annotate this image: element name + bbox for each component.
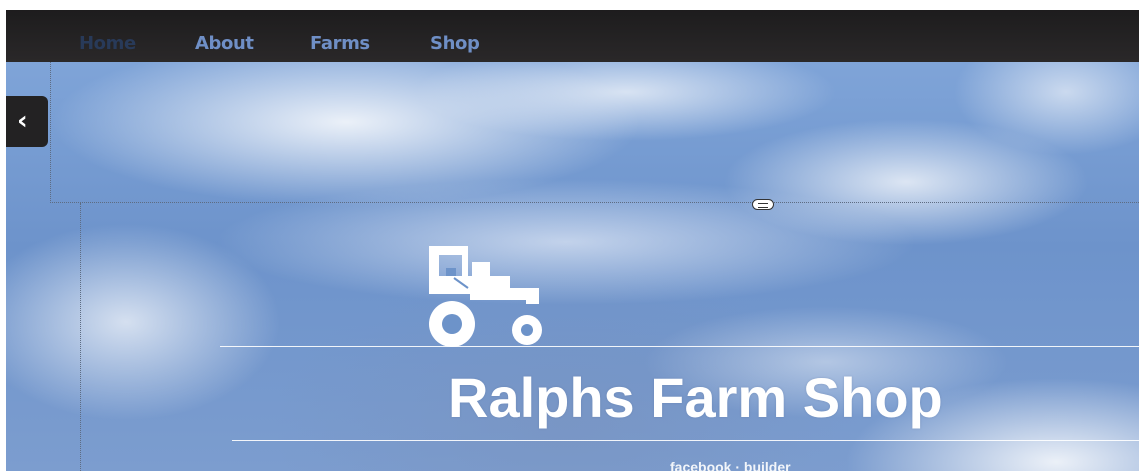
title-top-rule — [220, 346, 1139, 347]
resize-handle-icon[interactable] — [752, 199, 774, 210]
site-subtitle: facebook · builder — [670, 459, 791, 471]
collapse-panel-button[interactable]: ‹ — [6, 96, 48, 147]
title-bottom-rule — [232, 440, 1139, 441]
content-section-outline — [80, 203, 82, 471]
nav-home-link[interactable]: Home — [79, 33, 136, 54]
site-preview-frame: Home About Farms Shop ‹ Ralphs Farm Shop… — [6, 10, 1139, 471]
nav-shop-link[interactable]: Shop — [430, 33, 480, 54]
top-navigation-bar: Home About Farms Shop — [6, 10, 1139, 62]
nav-about-link[interactable]: About — [195, 33, 254, 54]
chevron-left-icon: ‹ — [17, 106, 28, 136]
tractor-icon — [429, 246, 542, 347]
nav-farms-link[interactable]: Farms — [310, 33, 370, 54]
header-section-outline[interactable] — [50, 62, 1139, 203]
site-title: Ralphs Farm Shop — [448, 366, 943, 429]
